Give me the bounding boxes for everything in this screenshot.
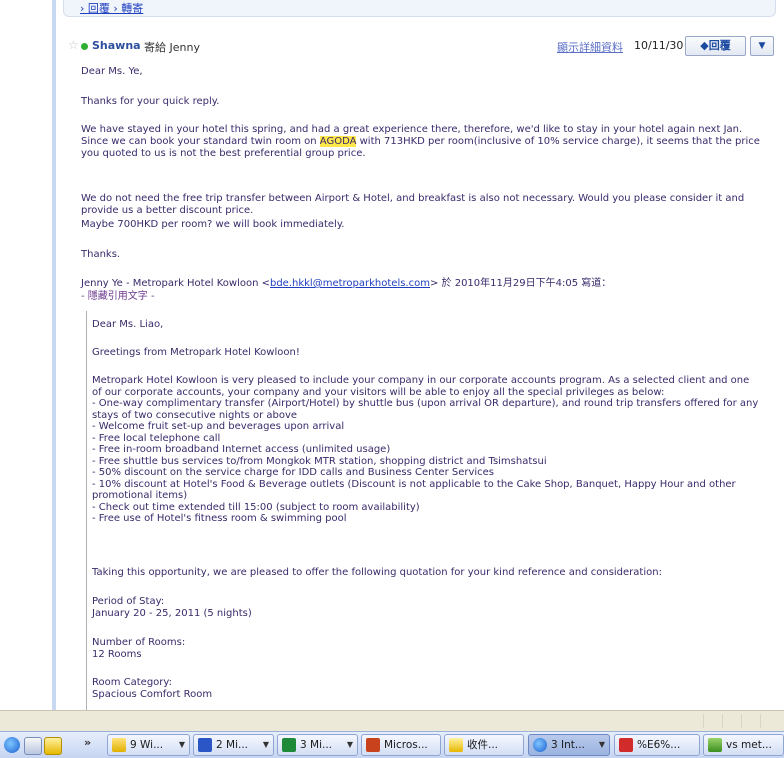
taskbar-group-excel[interactable]: 3 Mi... ▼	[277, 734, 358, 756]
outlook-quicklaunch-icon[interactable]	[44, 737, 62, 755]
online-status-icon	[81, 43, 88, 50]
body-paragraph-2: We do not need the free trip transfer be…	[81, 193, 745, 216]
privilege-item: - Free shuttle bus services to/from Mong…	[92, 455, 547, 467]
taskbar-label: 3 Mi...	[300, 739, 333, 751]
taskbar-label: 收件...	[467, 739, 499, 751]
body-sign-thanks: Thanks.	[81, 249, 121, 260]
previous-message-actions[interactable]: › 回覆 › 轉寄	[80, 0, 143, 16]
chevron-down-icon: ▼	[598, 740, 605, 749]
taskbar-button-pdf[interactable]: %E6%...	[614, 734, 700, 756]
body-greeting: Dear Ms. Ye,	[81, 66, 143, 77]
quoted-message: Dear Ms. Liao, Greetings from Metropark …	[86, 311, 763, 710]
taskbar-button-powerpoint[interactable]: Micros...	[361, 734, 441, 756]
taskbar-label: 3 Int...	[551, 739, 585, 751]
taskbar-group-internet-explorer[interactable]: 3 Int... ▼	[528, 734, 610, 756]
privilege-item: - 50% discount on the service charge for…	[92, 467, 495, 478]
excel-icon	[282, 738, 296, 752]
privilege-item: - Welcome fruit set-up and beverages upo…	[92, 421, 345, 432]
previous-message-footer: › 回覆 › 轉寄	[63, 0, 776, 17]
hide-quoted-text-link[interactable]: - 隱藏引用文字 -	[81, 291, 766, 303]
taskbar-group-explorer[interactable]: 9 Wi... ▼	[107, 734, 190, 756]
taskbar-label: %E6%...	[637, 739, 681, 751]
body-paragraph-1: We have stayed in your hotel this spring…	[81, 124, 766, 160]
body-paragraph-3: Maybe 700HKD per room? we will book imme…	[81, 219, 345, 230]
left-rail	[52, 0, 56, 710]
quoted-intro: Metropark Hotel Kowloon is very pleased …	[92, 375, 750, 398]
privilege-item: - Free use of Hotel's fitness room & swi…	[92, 513, 347, 524]
document-icon	[708, 738, 722, 752]
status-pane	[741, 714, 760, 728]
chevron-down-icon: ▼	[178, 740, 185, 749]
privilege-item: - One-way complimentary transfer (Airpor…	[92, 398, 759, 421]
quote-email-link[interactable]: bde.hkkl@metroparkhotels.com	[270, 278, 430, 289]
message-date: 10/11/30	[634, 39, 684, 52]
quicklaunch-overflow-icon[interactable]: »	[84, 736, 91, 749]
privilege-item: - 10% discount at Hotel's Food & Beverag…	[92, 478, 736, 502]
chevron-down-icon: ▼	[346, 740, 353, 749]
recipient-line: 寄給 Jenny	[144, 41, 200, 54]
number-of-rooms: Number of Rooms: 12 Rooms	[92, 637, 760, 660]
room-category: Room Category: Spacious Comfort Room	[92, 677, 760, 700]
reply-button[interactable]: ◆回覆	[685, 36, 746, 56]
show-desktop-icon[interactable]	[24, 737, 42, 755]
taskbar-label: 9 Wi...	[130, 739, 164, 751]
quoted-greetings-line: Greetings from Metropark Hotel Kowloon!	[92, 347, 300, 358]
more-actions-button[interactable]: ▼	[750, 36, 774, 56]
quote-attribution-suffix: > 於 2010年11月29日下午4:05 寫道：	[429, 278, 612, 289]
show-details-link[interactable]: 顯示詳細資料	[557, 39, 623, 55]
taskbar-label: vs met...	[726, 739, 772, 751]
taskbar-label: 2 Mi...	[216, 739, 249, 751]
taskbar-label: Micros...	[384, 739, 428, 751]
ie-icon	[533, 738, 547, 752]
taskbar-button-inbox[interactable]: 收件...	[444, 734, 524, 756]
quoted-opportunity: Taking this opportunity, we are pleased …	[92, 567, 662, 578]
quote-attribution: Jenny Ye - Metropark Hotel Kowloon <bde.…	[81, 278, 766, 290]
windows-taskbar: » 9 Wi... ▼ 2 Mi... ▼ 3 Mi... ▼ Micros..…	[0, 731, 784, 758]
ie-quicklaunch-icon[interactable]	[4, 737, 20, 753]
highlighted-term: AGODA	[319, 136, 357, 147]
category-label: Room Category:	[92, 677, 172, 688]
outlook-icon	[449, 738, 463, 752]
taskbar-button-vs-met[interactable]: vs met...	[703, 734, 784, 756]
privilege-item: - Free in-room broadband Internet access…	[92, 444, 391, 455]
quote-attribution-prefix: Jenny Ye - Metropark Hotel Kowloon <	[81, 278, 270, 289]
status-pane	[722, 714, 741, 728]
status-pane	[760, 714, 779, 728]
privilege-item: - Free local telephone call	[92, 432, 221, 444]
taskbar-group-word[interactable]: 2 Mi... ▼	[193, 734, 274, 756]
folder-icon	[112, 738, 126, 752]
quoted-privileges-block: Metropark Hotel Kowloon is very pleased …	[92, 375, 760, 525]
browser-status-bar	[0, 710, 784, 732]
rooms-value: 12 Rooms	[92, 648, 142, 660]
status-pane	[703, 714, 722, 728]
category-value: Spacious Comfort Room	[92, 688, 213, 700]
sender-name[interactable]: Shawna	[92, 39, 141, 52]
rooms-label: Number of Rooms:	[92, 637, 186, 648]
period-label: Period of Stay:	[92, 596, 165, 607]
word-icon	[198, 738, 212, 752]
body-thanks-quick: Thanks for your quick reply.	[81, 96, 220, 107]
star-icon[interactable]: ☆	[68, 38, 79, 52]
message-header: ☆ Shawna 寄給 Jenny 顯示詳細資料 10/11/30 ◆回覆 ▼	[63, 36, 774, 56]
powerpoint-icon	[366, 738, 380, 752]
period-of-stay: Period of Stay: January 20 - 25, 2011 (5…	[92, 596, 760, 619]
pdf-icon	[619, 738, 633, 752]
privilege-item: - Check out time extended till 15:00 (su…	[92, 501, 420, 513]
chevron-down-icon: ▼	[262, 740, 269, 749]
period-value: January 20 - 25, 2011 (5 nights)	[92, 607, 252, 619]
quoted-greeting: Dear Ms. Liao,	[92, 319, 164, 330]
